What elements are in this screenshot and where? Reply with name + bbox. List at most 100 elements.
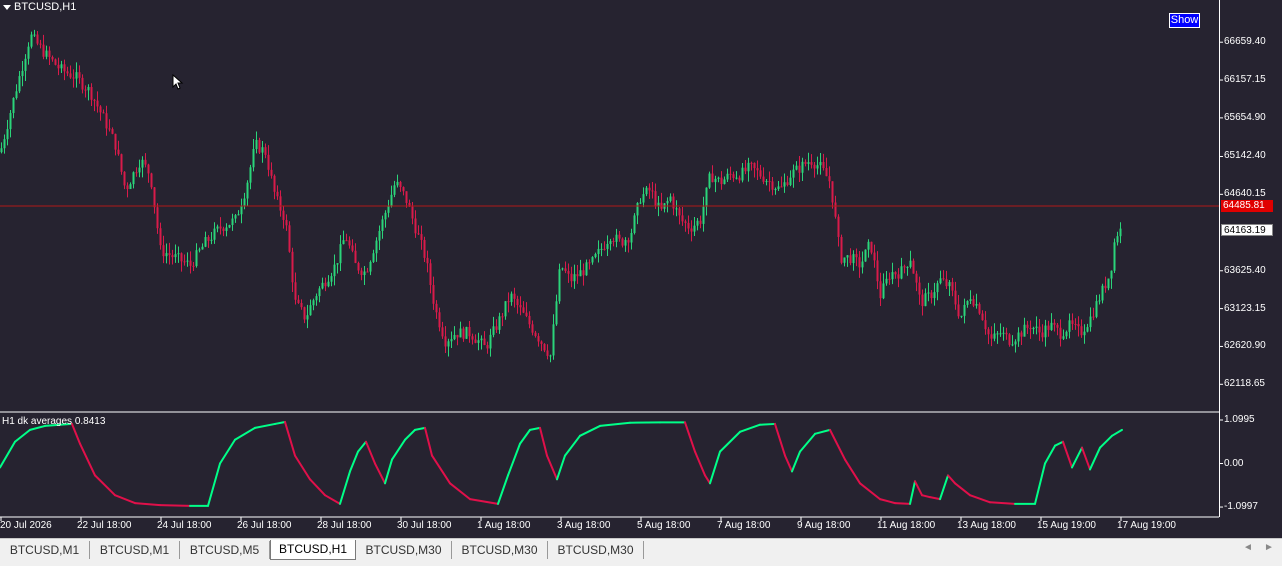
candle-body (16, 91, 18, 98)
candle-body (517, 299, 519, 305)
candle-body (535, 333, 537, 336)
candle-body (19, 76, 21, 91)
indicator-segment (95, 475, 115, 495)
indicator-segment (785, 456, 792, 472)
indicator-segment (922, 495, 930, 497)
tab-btcusd-m30[interactable]: BTCUSD,M30 (356, 541, 452, 559)
symbol-label[interactable]: BTCUSD,H1 (3, 1, 76, 13)
marker-price-tag: 64163.19 (1221, 224, 1273, 236)
indicator-segment (405, 430, 415, 440)
candle-body (727, 174, 729, 180)
indicator-segment (580, 426, 600, 436)
candle-body (1048, 326, 1050, 330)
scroll-right-icon[interactable]: ► (1264, 542, 1274, 553)
time-tick-label: 3 Aug 18:00 (557, 520, 610, 531)
chart-svg[interactable] (0, 0, 1282, 538)
indicator-segment (815, 430, 830, 434)
candle-body (820, 162, 822, 165)
candle-body (937, 283, 939, 292)
candle-body (736, 178, 738, 179)
candle-body (28, 47, 30, 59)
candle-body (757, 168, 759, 170)
dropdown-triangle-icon[interactable] (3, 5, 11, 10)
candle-body (469, 327, 471, 336)
candle-body (1006, 333, 1008, 334)
candle-body (718, 178, 720, 179)
candle-body (163, 245, 165, 256)
indicator-segment (800, 434, 815, 452)
indicator-tick-label: 0.00 (1224, 458, 1243, 470)
candle-body (202, 247, 204, 250)
candle-body (703, 207, 705, 224)
symbol-label-text: BTCUSD,H1 (14, 1, 76, 13)
indicator-segment (705, 475, 710, 483)
indicator-segment (235, 428, 255, 440)
tab-btcusd-m1[interactable]: BTCUSD,M1 (0, 541, 90, 559)
candle-body (289, 225, 291, 251)
scroll-left-icon[interactable]: ◄ (1243, 542, 1253, 553)
candle-body (211, 240, 213, 241)
chart-area[interactable]: BTCUSD,H1 Show H1 dk averages 0.8413 666… (0, 0, 1282, 538)
candle-body (1066, 332, 1068, 336)
candle-body (802, 162, 804, 173)
tab-btcusd-m30[interactable]: BTCUSD,M30 (452, 541, 548, 559)
candle-body (922, 295, 924, 307)
indicator-segment (557, 456, 565, 480)
candle-body (73, 77, 75, 78)
indicator-tick-label: -1.0997 (1224, 501, 1258, 513)
tab-btcusd-m1[interactable]: BTCUSD,M1 (90, 541, 180, 559)
indicator-segment (325, 495, 340, 504)
candle-body (763, 177, 765, 182)
indicator-segment (358, 442, 366, 452)
mouse-cursor-icon (172, 74, 184, 92)
candle-body (109, 128, 111, 129)
candle-body (739, 178, 741, 181)
candle-body (460, 329, 462, 338)
candle-body (877, 260, 879, 281)
candle-body (40, 44, 42, 45)
candle-body (652, 190, 654, 191)
show-button[interactable]: Show (1169, 13, 1200, 28)
candle-body (361, 270, 363, 275)
indicator-segment (295, 456, 310, 480)
indicator-segment (685, 422, 695, 451)
candle-body (775, 189, 777, 190)
candle-body (37, 35, 39, 44)
time-tick-label: 28 Jul 18:00 (317, 520, 372, 531)
candle-body (655, 191, 657, 206)
candle-body (526, 313, 528, 316)
candle-body (784, 182, 786, 186)
candle-body (751, 163, 753, 164)
candle-body (808, 162, 810, 164)
candle-body (1090, 317, 1092, 328)
indicator-segment (775, 424, 785, 456)
candle-body (850, 255, 852, 263)
indicator-segment (600, 423, 630, 426)
candle-body (55, 59, 57, 64)
candle-body (742, 168, 744, 181)
tab-btcusd-h1[interactable]: BTCUSD,H1 (270, 540, 356, 560)
candle-body (592, 257, 594, 262)
candle-body (712, 174, 714, 183)
indicator-segment (860, 483, 880, 499)
candle-body (355, 251, 357, 263)
candle-body (898, 274, 900, 278)
candle-body (463, 329, 465, 339)
candle-body (940, 278, 942, 283)
candle-body (631, 233, 633, 243)
candle-body (610, 241, 612, 244)
indicator-segment (135, 503, 160, 505)
candle-body (982, 314, 984, 321)
candle-body (148, 165, 150, 174)
tab-btcusd-m5[interactable]: BTCUSD,M5 (180, 541, 270, 559)
candle-body (442, 327, 444, 336)
candle-body (496, 326, 498, 330)
tab-btcusd-m30[interactable]: BTCUSD,M30 (548, 541, 644, 559)
candle-body (142, 160, 144, 168)
candle-body (364, 272, 366, 275)
candle-body (220, 227, 222, 229)
candle-body (544, 344, 546, 350)
indicator-segment (970, 495, 990, 502)
indicator-segment (1055, 442, 1063, 446)
candle-body (196, 250, 198, 266)
